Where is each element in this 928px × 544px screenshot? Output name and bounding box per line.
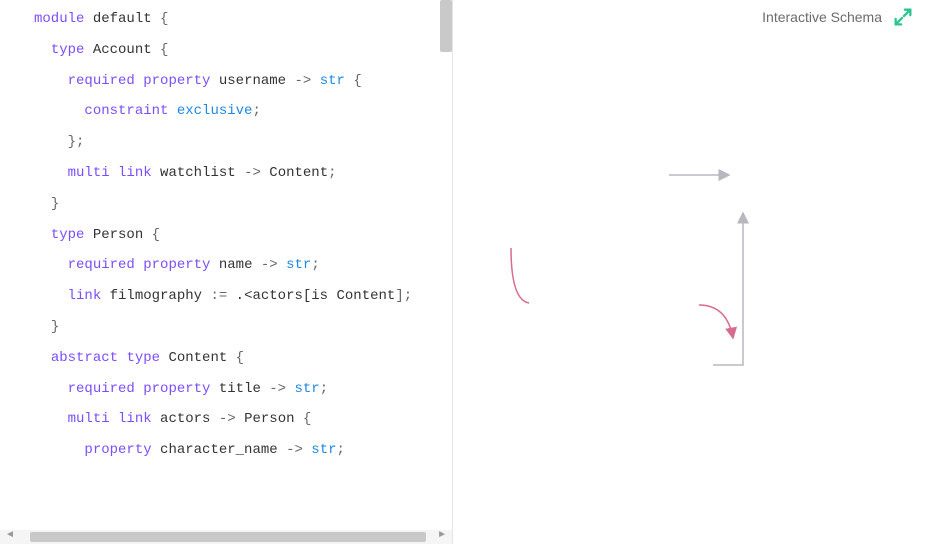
horizontal-scrollbar-thumb[interactable]: [30, 532, 426, 542]
code-editor-pane: module default { type Account { required…: [0, 0, 452, 544]
vertical-scrollbar-thumb[interactable]: [440, 0, 452, 52]
code-scroll[interactable]: module default { type Account { required…: [0, 0, 452, 544]
code-content: module default { type Account { required…: [0, 0, 452, 490]
horizontal-scrollbar-track[interactable]: [0, 530, 452, 544]
schema-title: Interactive Schema: [762, 9, 882, 25]
schema-visualizer-pane[interactable]: Interactive Schema Movie iduuidtitl: [452, 0, 928, 544]
expand-icon[interactable]: [892, 6, 914, 28]
